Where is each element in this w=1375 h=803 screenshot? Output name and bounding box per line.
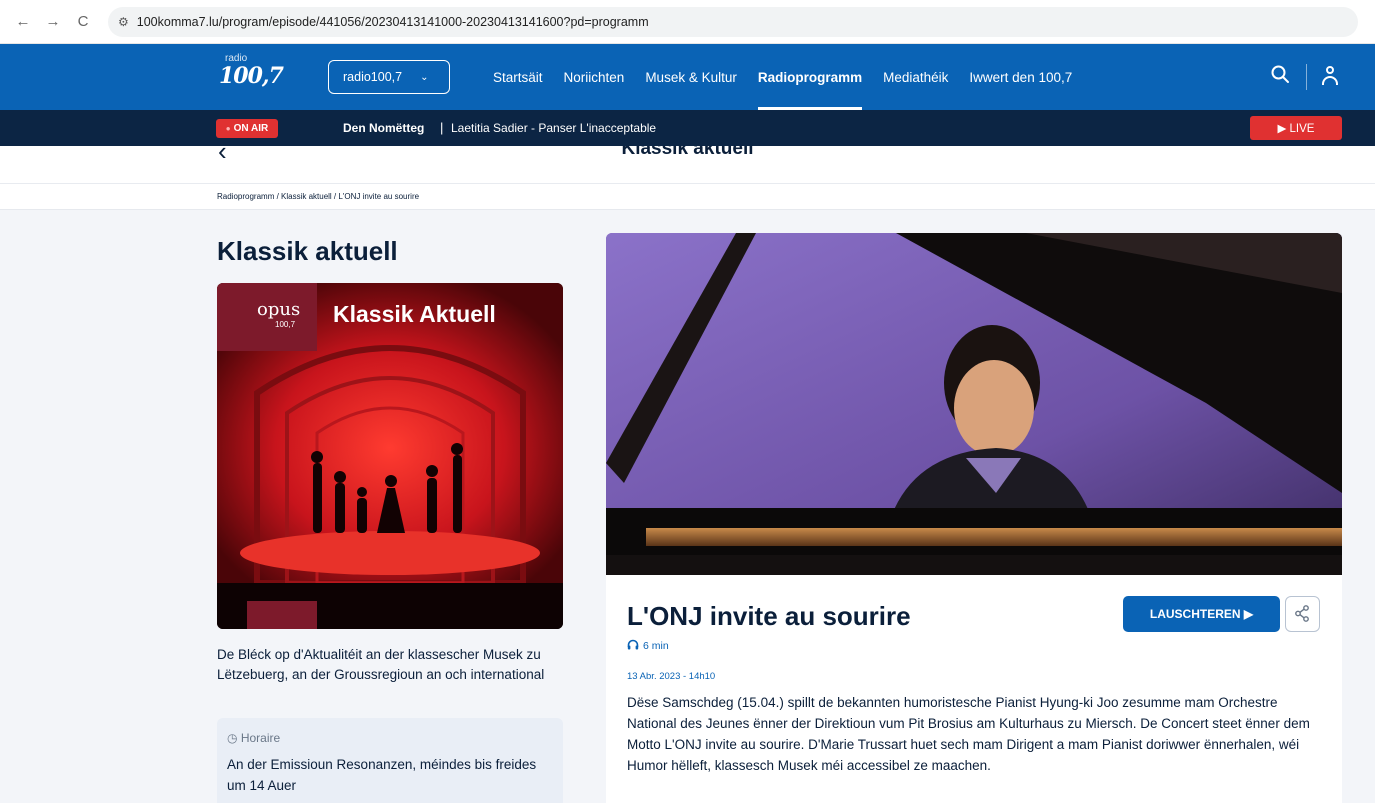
nav-link-mediatheik[interactable]: Mediathéik <box>883 44 948 110</box>
episode-description: Dëse Samschdeg (15.04.) spillt de bekann… <box>627 695 1310 773</box>
sub-header-title: Klassik aktuell <box>621 146 754 159</box>
nav-link-radioprogramm[interactable]: Radioprogramm <box>757 44 863 110</box>
breadcrumb[interactable]: Radioprogramm / Klassik aktuell / L'ONJ … <box>217 192 419 201</box>
nav-link-iwwert[interactable]: Iwwert den 100,7 <box>969 44 1072 110</box>
live-button[interactable]: ▶ LIVE <box>1250 116 1342 140</box>
schedule-label: ◷ Horaire <box>227 731 280 745</box>
episode-title: L'ONJ invite au sourire <box>627 601 911 631</box>
share-icon <box>1295 605 1309 622</box>
breadcrumb-row: Radioprogramm / Klassik aktuell / L'ONJ … <box>0 184 1375 210</box>
address-bar[interactable]: ⚙ 100komma7.lu/program/episode/441056/20… <box>108 6 1358 37</box>
headphones-icon <box>627 639 639 653</box>
back-arrow-icon[interactable]: ← <box>12 11 34 33</box>
cover-brand-sub: 100,7 <box>275 320 296 329</box>
clock-icon: ◷ <box>227 731 238 745</box>
show-title: Klassik aktuell <box>217 236 398 266</box>
episode-date: 13 Abr. 2023 - 14h10 <box>627 671 716 682</box>
listen-button[interactable]: LAUSCHTEREN ▶ <box>1123 596 1280 632</box>
main-navigation: radio 100,7 radio100,7 ⌄ Startsäit Norii… <box>0 44 1375 110</box>
reload-icon[interactable]: C <box>72 11 94 33</box>
chevron-down-icon: ⌄ <box>420 71 429 83</box>
schedule-label-text: Horaire <box>240 731 281 745</box>
episode-duration: 6 min <box>627 639 669 653</box>
record-dot-icon: ● <box>225 124 231 133</box>
browser-toolbar: ← → C ⚙ 100komma7.lu/program/episode/441… <box>0 0 1375 44</box>
sub-header: ‹ Klassik aktuell <box>0 146 1375 184</box>
search-icon[interactable] <box>1270 64 1290 89</box>
cover-title: Klassik Aktuell <box>333 301 496 327</box>
episode-image <box>606 233 1342 575</box>
site-logo[interactable]: radio 100,7 <box>219 53 284 98</box>
now-playing-track: Laetitia Sadier - Panser L'inacceptable <box>451 121 657 135</box>
nav-link-startsait[interactable]: Startsäit <box>493 44 543 110</box>
on-air-bar: ● ON AIR Den Nomëtteg | Laetitia Sadier … <box>0 110 1375 146</box>
show-cover-image[interactable]: opus 100,7 Klassik Aktuell <box>217 283 563 629</box>
schedule-box: ◷ Horaire An der Emissioun Resonanzen, m… <box>217 718 563 803</box>
url-text: 100komma7.lu/program/episode/441056/2023… <box>136 14 649 29</box>
cover-artwork <box>217 283 563 629</box>
nav-link-noriichten[interactable]: Noriichten <box>564 44 625 110</box>
site-settings-icon[interactable]: ⚙ <box>118 15 129 29</box>
logo-small-text: radio <box>225 53 248 64</box>
nav-divider <box>1306 64 1307 90</box>
episode-photo-art <box>606 233 1342 575</box>
nav-links: Startsäit Noriichten Musek & Kultur Radi… <box>493 44 1093 110</box>
duration-text: 6 min <box>643 640 669 652</box>
station-select[interactable]: radio100,7 ⌄ <box>328 60 450 94</box>
forward-arrow-icon[interactable]: → <box>42 11 64 33</box>
user-icon[interactable] <box>1318 62 1342 90</box>
show-description: De Bléck op d'Aktualitéit an der klasses… <box>217 647 545 682</box>
logo-big-text: 100,7 <box>219 63 284 89</box>
cover-brand: opus <box>257 299 301 320</box>
now-playing-separator: | <box>440 120 444 135</box>
station-select-value: radio100,7 <box>343 70 403 84</box>
schedule-text: An der Emissioun Resonanzen, méindes bis… <box>227 757 537 793</box>
on-air-label: ON AIR <box>233 123 269 134</box>
nav-link-musek-kultur[interactable]: Musek & Kultur <box>645 44 737 110</box>
share-button[interactable] <box>1285 596 1320 632</box>
on-air-badge: ● ON AIR <box>216 119 278 138</box>
now-playing-show[interactable]: Den Nomëtteg <box>343 121 424 135</box>
episode-card: L'ONJ invite au sourire LAUSCHTEREN ▶ 6 … <box>606 233 1342 803</box>
